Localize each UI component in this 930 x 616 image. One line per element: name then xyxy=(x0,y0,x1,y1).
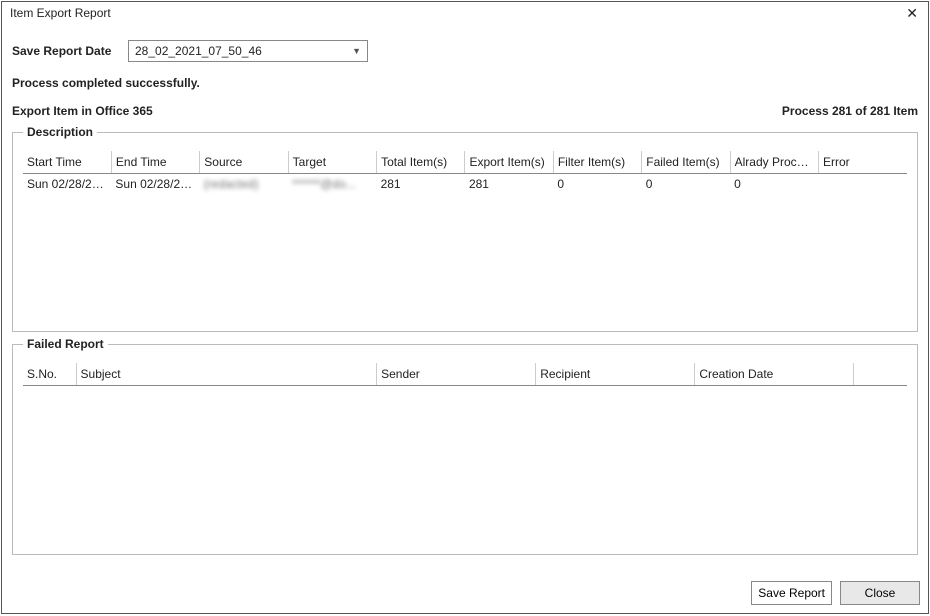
description-group: Description Start Time End Time Source T… xyxy=(12,132,918,332)
description-title: Description xyxy=(23,125,97,139)
save-date-row: Save Report Date 28_02_2021_07_50_46 ▼ xyxy=(12,40,918,62)
col-already[interactable]: Alrady Proces... xyxy=(730,151,818,174)
cell-end: Sun 02/28/20... xyxy=(111,174,199,195)
col-creation[interactable]: Creation Date xyxy=(695,363,854,386)
cell-source: (redacted) xyxy=(200,174,288,195)
titlebar: Item Export Report ✕ xyxy=(2,2,928,24)
cell-already: 0 xyxy=(730,174,818,195)
save-date-dropdown[interactable]: 28_02_2021_07_50_46 ▼ xyxy=(128,40,368,62)
dialog-window: Item Export Report ✕ Save Report Date 28… xyxy=(1,1,929,614)
cell-export: 281 xyxy=(465,174,553,195)
cell-target: ******@do... xyxy=(288,174,376,195)
export-label: Export Item in Office 365 xyxy=(12,104,153,118)
window-title: Item Export Report xyxy=(10,6,111,20)
failed-table: S.No. Subject Sender Recipient Creation … xyxy=(23,363,907,386)
status-text: Process completed successfully. xyxy=(12,76,918,90)
save-report-button[interactable]: Save Report xyxy=(751,581,832,605)
save-date-value: 28_02_2021_07_50_46 xyxy=(135,44,262,58)
content-area: Save Report Date 28_02_2021_07_50_46 ▼ P… xyxy=(2,24,928,573)
progress-text: Process 281 of 281 Item xyxy=(782,104,918,118)
cell-total: 281 xyxy=(377,174,465,195)
col-start[interactable]: Start Time xyxy=(23,151,111,174)
col-recipient[interactable]: Recipient xyxy=(536,363,695,386)
col-error[interactable]: Error xyxy=(819,151,907,174)
cell-start: Sun 02/28/202... xyxy=(23,174,111,195)
col-total[interactable]: Total Item(s) xyxy=(377,151,465,174)
description-table: Start Time End Time Source Target Total … xyxy=(23,151,907,194)
failed-title: Failed Report xyxy=(23,337,108,351)
footer: Save Report Close xyxy=(2,573,928,613)
chevron-down-icon: ▼ xyxy=(352,46,361,56)
save-date-label: Save Report Date xyxy=(12,44,128,58)
col-subject[interactable]: Subject xyxy=(76,363,377,386)
col-blank[interactable] xyxy=(854,363,907,386)
col-target[interactable]: Target xyxy=(288,151,376,174)
failed-group: Failed Report S.No. Subject Sender Recip… xyxy=(12,344,918,555)
col-source[interactable]: Source xyxy=(200,151,288,174)
col-sender[interactable]: Sender xyxy=(377,363,536,386)
table-row[interactable]: Sun 02/28/202... Sun 02/28/20... (redact… xyxy=(23,174,907,195)
col-end[interactable]: End Time xyxy=(111,151,199,174)
col-failed[interactable]: Failed Item(s) xyxy=(642,151,730,174)
cell-filter: 0 xyxy=(553,174,641,195)
export-progress-row: Export Item in Office 365 Process 281 of… xyxy=(12,104,918,118)
cell-failed: 0 xyxy=(642,174,730,195)
col-filter[interactable]: Filter Item(s) xyxy=(553,151,641,174)
col-sno[interactable]: S.No. xyxy=(23,363,76,386)
close-icon[interactable]: ✕ xyxy=(902,4,922,22)
close-button[interactable]: Close xyxy=(840,581,920,605)
cell-error xyxy=(819,174,907,195)
col-export[interactable]: Export Item(s) xyxy=(465,151,553,174)
